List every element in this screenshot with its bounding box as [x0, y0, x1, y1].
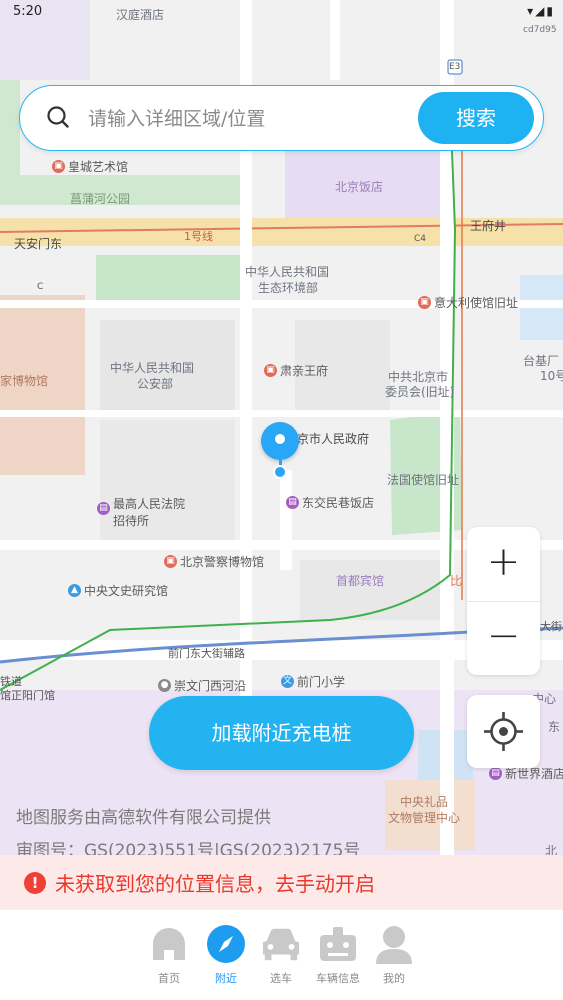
- poi-label: 东交民巷饭店: [302, 496, 375, 510]
- poi-royal-art[interactable]: ▣ 皇城艺术馆: [52, 158, 128, 175]
- tab-label: 选车: [270, 972, 292, 985]
- poi-label: 意大利使馆旧址: [434, 296, 519, 310]
- map-label-wangfujing: 王府井: [470, 219, 507, 233]
- map-label-tiananmen-east: 天安门东: [14, 237, 63, 251]
- map-label-ministry-env-2: 生态环境部: [258, 281, 319, 295]
- status-bar: 5:20 ▾◢▮: [0, 0, 563, 24]
- poi-label: 肃亲王府: [280, 364, 329, 378]
- status-time: 5:20: [13, 4, 43, 19]
- tab-home[interactable]: 首页: [141, 924, 197, 986]
- location-warning-banner[interactable]: ! 未获取到您的位置信息，去手动开启: [0, 855, 563, 910]
- poi-label: 招待所: [113, 514, 150, 528]
- car-icon: [261, 924, 301, 964]
- poi-suqin-mansion[interactable]: ▣ 肃亲王府: [264, 362, 328, 379]
- map-label-dajie: 大街: [540, 620, 562, 633]
- search-button[interactable]: 搜索: [418, 92, 534, 144]
- museum-icon: ▣: [164, 555, 177, 568]
- poi-label: 崇文门西河沿: [174, 679, 247, 693]
- institution-icon: ▲: [68, 584, 81, 597]
- warning-text: 未获取到您的位置信息，去手动开启: [55, 872, 375, 896]
- map-label-security-1: 中华人民共和国: [110, 361, 195, 375]
- zoom-controls: + −: [467, 527, 540, 675]
- poi-label: 最高人民法院: [113, 497, 186, 511]
- poi-court-hostel[interactable]: ▤ 最高人民法院 招待所: [97, 495, 185, 529]
- signal-icon: ◢: [535, 4, 547, 18]
- bottom-tab-bar: 首页 附近 选车 车辆信息 我的: [0, 910, 563, 1000]
- tab-label: 附近: [215, 972, 237, 985]
- map-label-beijing-hotel: 北京饭店: [335, 180, 384, 194]
- location-pin-base: [273, 465, 287, 479]
- search-bar: 搜索: [19, 85, 544, 151]
- zoom-in-button[interactable]: +: [467, 527, 540, 602]
- map-label-east: 东: [548, 720, 561, 734]
- hotel-icon: ▤: [97, 502, 110, 515]
- warning-icon: !: [24, 871, 46, 894]
- tab-vehicle-info[interactable]: 车辆信息: [310, 924, 366, 986]
- school-icon: 文: [281, 675, 294, 688]
- map-label-zhengyangmen: 馆正阳门馆: [0, 689, 55, 702]
- map-label-museum: 家博物馆: [0, 374, 49, 388]
- map-label-c: C: [37, 282, 44, 292]
- place-icon: ●: [158, 679, 171, 692]
- hotel-icon: ▤: [489, 767, 502, 780]
- poi-italian-legation[interactable]: ▣ 意大利使馆旧址: [418, 294, 518, 311]
- crosshair-icon: [484, 712, 523, 751]
- status-icons: ▾◢▮: [527, 4, 555, 18]
- poi-label-group: 最高人民法院 招待所: [113, 495, 185, 529]
- poi-qianmen-school[interactable]: 文 前门小学: [281, 673, 345, 690]
- tab-profile[interactable]: 我的: [366, 924, 422, 986]
- map-attribution: 地图服务由高德软件有限公司提供: [16, 808, 271, 828]
- poi-chongwenmen[interactable]: ● 崇文门西河沿: [158, 677, 246, 694]
- map-label-qianmen-east: 前门东大街辅路: [168, 647, 245, 660]
- zoom-out-button[interactable]: −: [467, 601, 540, 675]
- landmark-icon: ▣: [264, 364, 277, 377]
- map-label-french-legation: 法国使馆旧址: [387, 473, 460, 487]
- museum-icon: ▣: [52, 160, 65, 173]
- tab-label: 首页: [158, 972, 180, 985]
- load-nearby-chargers-button[interactable]: 加载附近充电桩: [149, 696, 414, 770]
- poi-police-museum[interactable]: ▣ 北京警察博物馆: [164, 553, 264, 570]
- map-label-line1: 1号线: [184, 230, 213, 243]
- vehicle-info-icon: [318, 924, 358, 964]
- map-label-city-gov: 京市人民政府: [297, 432, 370, 446]
- map-label-security-2: 公安部: [137, 377, 174, 391]
- map-label-e3: E3: [449, 62, 461, 72]
- home-icon: [149, 924, 189, 964]
- search-icon: [47, 106, 69, 128]
- map-label-code: cd7d95: [523, 25, 557, 35]
- poi-label: 北京警察博物馆: [180, 555, 265, 569]
- map-label-no10: 10号: [540, 369, 563, 383]
- map-label-party-2: 委员会(旧址): [385, 385, 455, 399]
- poi-label: 中央文史研究馆: [84, 584, 169, 598]
- profile-icon: [374, 924, 414, 964]
- tab-label: 我的: [383, 972, 405, 985]
- tab-label: 车辆信息: [316, 972, 360, 985]
- search-input[interactable]: [86, 100, 410, 138]
- map-label-ministry-env-1: 中华人民共和国: [245, 265, 330, 279]
- locate-me-button[interactable]: [467, 695, 540, 768]
- poi-dongjiao-hotel[interactable]: ▤ 东交民巷饭店: [286, 494, 374, 511]
- poi-label: 皇城艺术馆: [68, 160, 129, 174]
- hotel-icon: ▤: [286, 496, 299, 509]
- tab-nearby[interactable]: 附近: [198, 924, 254, 986]
- wifi-icon: ▾: [527, 4, 536, 18]
- landmark-icon: ▣: [418, 296, 431, 309]
- tab-select-car[interactable]: 选车: [253, 924, 309, 986]
- map-label-capital-hotel: 首都宾馆: [336, 574, 385, 588]
- map-label-c4: C4: [414, 234, 427, 244]
- map-label-gift-2: 文物管理中心: [388, 811, 461, 825]
- map-label-gift-1: 中央礼品: [400, 795, 449, 809]
- compass-icon: [206, 924, 246, 964]
- map-label-changpu: 菖蒲河公园: [70, 192, 131, 206]
- map-label-bi: 比: [450, 574, 463, 588]
- poi-central-doc[interactable]: ▲ 中央文史研究馆: [68, 582, 168, 599]
- battery-icon: ▮: [546, 4, 555, 18]
- poi-label: 前门小学: [297, 675, 346, 689]
